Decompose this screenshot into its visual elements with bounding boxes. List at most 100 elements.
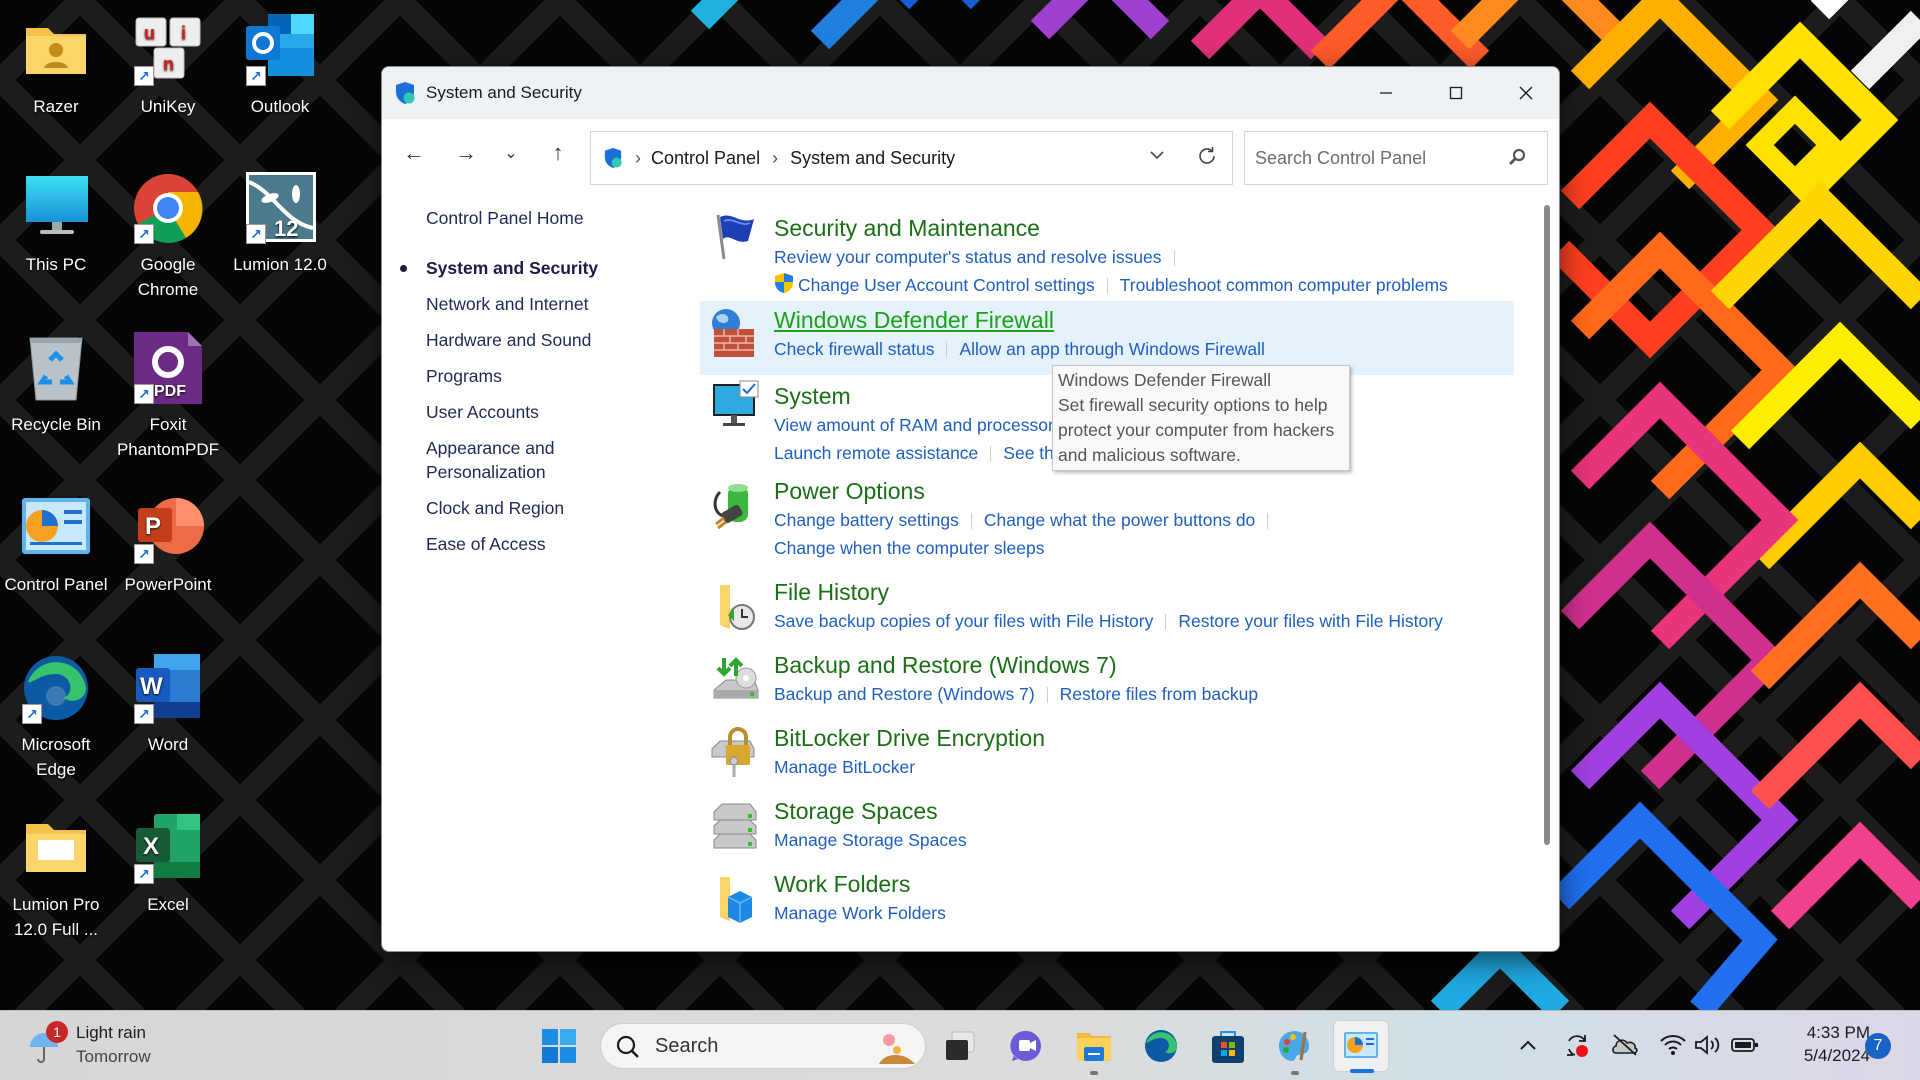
taskbar-edge[interactable] [1138, 1023, 1184, 1069]
nav-network-and-internet[interactable]: Network and Internet [426, 292, 646, 316]
category-title[interactable]: Storage Spaces [774, 796, 1514, 826]
taskbar-task-view[interactable] [937, 1023, 983, 1069]
forward-button[interactable]: → [448, 135, 484, 171]
chevron-down-icon: ⌄ [504, 145, 518, 162]
refresh-button[interactable] [1196, 145, 1218, 172]
start-button[interactable] [536, 1023, 582, 1069]
link-allow-app-through-firewall[interactable]: Allow an app through Windows Firewall [959, 339, 1264, 359]
desktop-icon-lumion[interactable]: 12 ↗ Lumion 12.0 [224, 172, 336, 277]
tray-onedrive[interactable] [1609, 1029, 1641, 1061]
desktop-icon-excel[interactable]: X ↗ Excel [112, 812, 224, 917]
powerpoint-icon: P ↗ [132, 492, 204, 564]
svg-text:12: 12 [274, 216, 298, 241]
desktop-icon-google-chrome[interactable]: ↗ Google Chrome [112, 172, 224, 302]
desktop-icon-lumion-pro[interactable]: Lumion Pro 12.0 Full ... [0, 812, 112, 942]
title-bar[interactable]: System and Security [382, 67, 1559, 119]
link-change-power-buttons[interactable]: Change what the power buttons do [984, 510, 1255, 530]
link-manage-storage-spaces[interactable]: Manage Storage Spaces [774, 830, 967, 850]
desktop-icon-edge[interactable]: ↗ Microsoft Edge [0, 652, 112, 782]
desktop-icon-recycle-bin[interactable]: Recycle Bin [0, 332, 112, 437]
desktop-icon-foxit[interactable]: PDF ↗ Foxit PhantomPDF [112, 332, 224, 462]
category-title[interactable]: File History [774, 577, 1514, 607]
address-bar[interactable]: › Control Panel › System and Security [590, 131, 1233, 185]
link-change-uac-settings[interactable]: Change User Account Control settings [798, 275, 1095, 295]
show-hidden-icons-button[interactable] [1512, 1029, 1544, 1061]
link-backup-and-restore-win7[interactable]: Backup and Restore (Windows 7) [774, 684, 1035, 704]
taskbar-microsoft-store[interactable] [1205, 1023, 1251, 1069]
taskbar-control-panel[interactable] [1333, 1020, 1389, 1073]
nav-clock-and-region[interactable]: Clock and Region [426, 496, 646, 520]
link-separator [990, 446, 992, 463]
desktop-icon-unikey[interactable]: u in ↗ UniKey [112, 14, 224, 119]
desktop-icon-word[interactable]: W ↗ Word [112, 652, 224, 757]
taskbar-paint[interactable] [1272, 1023, 1318, 1075]
nav-programs[interactable]: Programs [426, 364, 646, 388]
category-title[interactable]: Work Folders [774, 869, 1514, 899]
link-check-firewall-status[interactable]: Check firewall status [774, 339, 934, 359]
notification-count: 7 [1873, 1037, 1883, 1054]
control-panel-window: System and Security ← → ⌄ ↑ › Control Pa… [381, 66, 1560, 952]
nav-hardware-and-sound[interactable]: Hardware and Sound [426, 328, 646, 352]
weather-widget[interactable]: 1 Light rain Tomorrow [26, 1019, 176, 1073]
link-review-status[interactable]: Review your computer's status and resolv… [774, 247, 1162, 267]
notification-center-button[interactable]: 7 [1865, 1033, 1891, 1059]
folder-icon [20, 812, 92, 884]
folder-user-icon [20, 14, 92, 86]
tray-sync-status[interactable] [1561, 1029, 1593, 1061]
breadcrumb-control-panel[interactable]: Control Panel [651, 148, 760, 169]
search-control-panel-input[interactable]: Search Control Panel [1244, 131, 1548, 185]
link-change-battery-settings[interactable]: Change battery settings [774, 510, 959, 530]
link-launch-remote-assistance[interactable]: Launch remote assistance [774, 443, 978, 463]
taskbar-file-explorer[interactable] [1071, 1023, 1117, 1075]
scrollbar-thumb[interactable] [1544, 205, 1550, 845]
category-work-folders: Work Folders Manage Work Folders [704, 869, 1514, 942]
minimize-button[interactable] [1351, 67, 1421, 119]
nav-ease-of-access[interactable]: Ease of Access [426, 532, 646, 556]
vertical-scrollbar[interactable] [1541, 197, 1553, 937]
nav-system-and-security[interactable]: System and Security [400, 256, 646, 280]
nav-control-panel-home[interactable]: Control Panel Home [426, 206, 646, 230]
link-change-sleep-time[interactable]: Change when the computer sleeps [774, 538, 1044, 558]
recent-locations-button[interactable]: ⌄ [493, 135, 529, 171]
back-button[interactable]: ← [396, 135, 432, 171]
chevron-up-icon [1520, 1040, 1536, 1050]
maximize-button[interactable] [1421, 67, 1491, 119]
category-storage-spaces: Storage Spaces Manage Storage Spaces [704, 796, 1514, 869]
uac-shield-icon [774, 272, 794, 302]
category-title[interactable]: Windows Defender Firewall [774, 305, 1514, 335]
nav-appearance-and-personalization[interactable]: Appearance and Personalization [426, 436, 576, 484]
link-manage-work-folders[interactable]: Manage Work Folders [774, 903, 946, 923]
control-panel-icon [20, 492, 92, 564]
category-title[interactable]: Security and Maintenance [774, 213, 1514, 243]
desktop-icon-this-pc[interactable]: This PC [0, 172, 112, 277]
desktop-icon-label: Microsoft Edge [21, 735, 91, 779]
shortcut-arrow-icon: ↗ [134, 66, 154, 86]
taskbar-teams-meet[interactable] [1004, 1023, 1050, 1069]
link-troubleshoot-problems[interactable]: Troubleshoot common computer problems [1120, 275, 1448, 295]
category-title[interactable]: Power Options [774, 476, 1514, 506]
up-button[interactable]: ↑ [540, 135, 576, 171]
close-button[interactable] [1491, 67, 1559, 119]
link-save-backup-copies[interactable]: Save backup copies of your files with Fi… [774, 611, 1153, 631]
taskbar-search-box[interactable]: Search [600, 1023, 926, 1069]
link-restore-files-file-history[interactable]: Restore your files with File History [1178, 611, 1443, 631]
breadcrumb-system-and-security[interactable]: System and Security [790, 148, 955, 169]
tray-volume[interactable] [1692, 1029, 1724, 1061]
category-title[interactable]: BitLocker Drive Encryption [774, 723, 1514, 753]
nav-user-accounts[interactable]: User Accounts [426, 400, 646, 424]
category-title[interactable]: Backup and Restore (Windows 7) [774, 650, 1514, 680]
address-dropdown-button[interactable] [1148, 146, 1166, 169]
running-indicator [1291, 1071, 1299, 1075]
search-highlight-illustration-icon [875, 1028, 919, 1071]
tray-battery[interactable] [1729, 1029, 1761, 1061]
link-restore-files-from-backup[interactable]: Restore files from backup [1060, 684, 1258, 704]
word-icon: W ↗ [132, 652, 204, 724]
desktop-icon-powerpoint[interactable]: P ↗ PowerPoint [112, 492, 224, 597]
category-windows-defender-firewall[interactable]: Windows Defender Firewall Check firewall… [700, 301, 1514, 375]
link-manage-bitlocker[interactable]: Manage BitLocker [774, 757, 915, 777]
tray-wifi[interactable] [1657, 1029, 1689, 1061]
clock[interactable]: 4:33 PM 5/4/2024 [1780, 1021, 1870, 1067]
desktop-icon-control-panel[interactable]: Control Panel [0, 492, 112, 597]
desktop-icon-razer[interactable]: Razer [0, 14, 112, 119]
desktop-icon-outlook[interactable]: ↗ Outlook [224, 14, 336, 119]
